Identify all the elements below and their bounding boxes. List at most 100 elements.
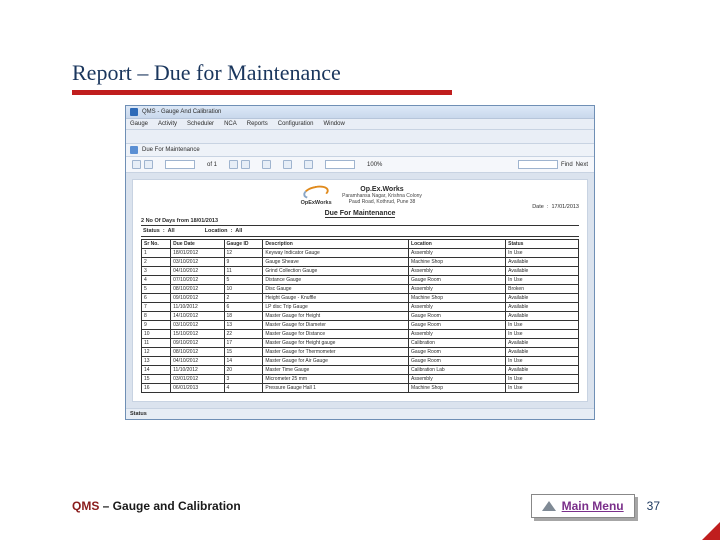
cell-id: 17 <box>224 339 263 348</box>
find-label[interactable]: Find <box>561 162 573 168</box>
cell-loc: Machine Shop <box>409 294 506 303</box>
table-row: 118/01/201212Keyway Indicator GaugeAssem… <box>142 249 579 258</box>
find-input[interactable] <box>518 160 558 169</box>
cell-sr: 12 <box>142 348 171 357</box>
cell-loc: Assembly <box>409 267 506 276</box>
menu-window[interactable]: Window <box>323 121 344 127</box>
cell-loc: Gauge Room <box>409 276 506 285</box>
page-input[interactable] <box>165 160 195 169</box>
cell-desc: Distance Gauge <box>263 276 409 285</box>
cell-desc: Disc Gauge <box>263 285 409 294</box>
cell-date: 09/10/2012 <box>171 294 224 303</box>
cell-loc: Calibration Lab <box>409 366 506 375</box>
nav-buttons-2 <box>229 160 250 169</box>
prev-page-button[interactable] <box>144 160 153 169</box>
cell-desc: Master Gauge for Height <box>263 312 409 321</box>
slide-title: Report – Due for Maintenance <box>72 60 648 86</box>
cell-sr: 3 <box>142 267 171 276</box>
document-tab[interactable]: Due For Maintenance <box>126 144 594 157</box>
slide-footer: QMS – Gauge and Calibration Main Menu 37 <box>72 494 660 518</box>
cell-stat: In Use <box>506 357 579 366</box>
corner-accent <box>702 522 720 540</box>
refresh-button[interactable] <box>262 160 271 169</box>
cell-desc: Pressure Gauge Hall 1 <box>263 384 409 393</box>
next-page-button[interactable] <box>229 160 238 169</box>
cell-date: 15/10/2012 <box>171 330 224 339</box>
cell-stat: Available <box>506 366 579 375</box>
cell-date: 11/10/2012 <box>171 366 224 375</box>
cell-loc: Gauge Room <box>409 357 506 366</box>
menu-reports[interactable]: Reports <box>247 121 268 127</box>
cell-id: 6 <box>224 303 263 312</box>
last-page-button[interactable] <box>241 160 250 169</box>
cell-sr: 6 <box>142 294 171 303</box>
cell-loc: Gauge Room <box>409 312 506 321</box>
cell-desc: Grind Collection Gauge <box>263 267 409 276</box>
cell-id: 15 <box>224 348 263 357</box>
cell-loc: Gauge Room <box>409 321 506 330</box>
report-toolbar: of 1 100% Find Next <box>126 157 594 173</box>
menubar: Gauge Activity Scheduler NCA Reports Con… <box>126 119 594 130</box>
main-menu-button[interactable]: Main Menu <box>531 494 635 518</box>
table-row: 1606/01/20134Pressure Gauge Hall 1Machin… <box>142 384 579 393</box>
menu-configuration[interactable]: Configuration <box>278 121 314 127</box>
th-duedate: Due Date <box>171 240 224 249</box>
menu-nca[interactable]: NCA <box>224 121 237 127</box>
cell-stat: In Use <box>506 384 579 393</box>
title-underline <box>72 90 452 95</box>
table-row: 814/10/201218Master Gauge for HeightGaug… <box>142 312 579 321</box>
cell-id: 10 <box>224 285 263 294</box>
menu-scheduler[interactable]: Scheduler <box>187 121 214 127</box>
cell-date: 07/10/2012 <box>171 276 224 285</box>
cell-desc: Master Gauge for Air Gauge <box>263 357 409 366</box>
th-gaugeid: Gauge ID <box>224 240 263 249</box>
cell-stat: Available <box>506 303 579 312</box>
cell-stat: In Use <box>506 330 579 339</box>
th-location: Location <box>409 240 506 249</box>
cell-sr: 9 <box>142 321 171 330</box>
first-page-button[interactable] <box>132 160 141 169</box>
cell-desc: Height Gauge - Knuffle <box>263 294 409 303</box>
cell-sr: 15 <box>142 375 171 384</box>
footer-qms: QMS <box>72 499 99 513</box>
data-table: Sr No. Due Date Gauge ID Description Loc… <box>141 239 579 393</box>
criteria-bar: Status : All Location : All <box>141 225 579 237</box>
table-row: 1208/10/201215Master Gauge for Thermomet… <box>142 348 579 357</box>
table-row: 407/10/20125Distance GaugeGauge RoomIn U… <box>142 276 579 285</box>
cell-desc: Master Gauge for Distance <box>263 330 409 339</box>
table-row: 1411/10/201220Master Time GaugeCalibrati… <box>142 366 579 375</box>
cell-id: 22 <box>224 330 263 339</box>
table-row: 1109/10/201217Master Gauge for Height ga… <box>142 339 579 348</box>
addr-line-2: Paud Road, Kothrud, Pune 38 <box>342 199 422 205</box>
arrow-up-icon <box>542 501 556 511</box>
th-description: Description <box>263 240 409 249</box>
cell-stat: Available <box>506 339 579 348</box>
cell-id: 13 <box>224 321 263 330</box>
print-button[interactable] <box>283 160 292 169</box>
table-row: 1015/10/201222Master Gauge for DistanceA… <box>142 330 579 339</box>
cell-sr: 5 <box>142 285 171 294</box>
cell-loc: Calibration <box>409 339 506 348</box>
cell-stat: Broken <box>506 285 579 294</box>
table-row: 203/10/20129Gauge SheaveMachine ShopAvai… <box>142 258 579 267</box>
page-of-label: of 1 <box>207 162 217 168</box>
cell-date: 04/10/2012 <box>171 267 224 276</box>
date-label: Date <box>532 204 544 210</box>
report-heading: Due For Maintenance <box>325 210 396 218</box>
cell-desc: LP disc Trip Gauge <box>263 303 409 312</box>
cell-id: 20 <box>224 366 263 375</box>
nav-buttons <box>132 160 153 169</box>
cell-date: 18/01/2012 <box>171 249 224 258</box>
menu-gauge[interactable]: Gauge <box>130 121 148 127</box>
cell-sr: 7 <box>142 303 171 312</box>
cell-loc: Machine Shop <box>409 258 506 267</box>
find-group: Find Next <box>518 160 588 169</box>
next-label[interactable]: Next <box>576 162 588 168</box>
export-button[interactable] <box>304 160 313 169</box>
cell-id: 18 <box>224 312 263 321</box>
range-line: 2 No Of Days from 18/01/2013 <box>141 218 579 224</box>
cell-stat: Available <box>506 267 579 276</box>
menu-activity[interactable]: Activity <box>158 121 177 127</box>
cell-id: 2 <box>224 294 263 303</box>
zoom-select[interactable] <box>325 160 355 169</box>
